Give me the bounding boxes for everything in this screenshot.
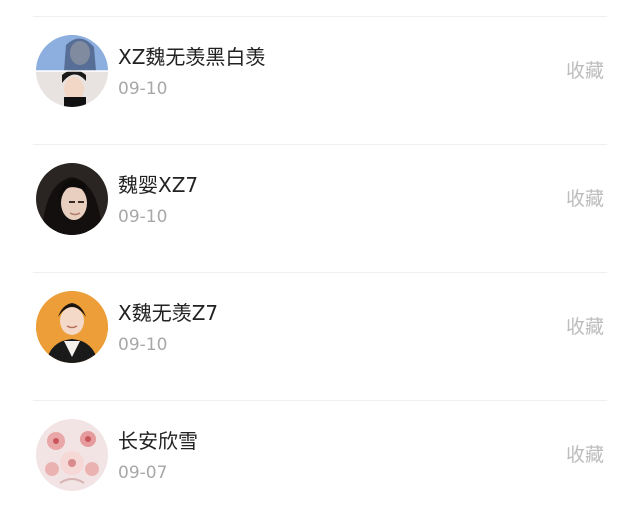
favorite-button[interactable]: 收藏 [566,187,604,211]
date-label: 09-07 [118,463,168,483]
user-name[interactable]: X魏无羡Z7 [118,301,218,325]
favorite-button[interactable]: 收藏 [566,59,604,83]
avatar[interactable] [36,419,108,491]
avatar-pink-floral-icon [36,419,108,491]
divider [33,144,607,145]
avatar[interactable] [36,35,108,107]
avatar[interactable] [36,291,108,363]
list-item[interactable]: XZ魏无羡黑白羡 09-10 收藏 [0,35,640,107]
user-list: XZ魏无羡黑白羡 09-10 收藏 魏婴XZ7 09-10 收藏 X魏无羡Z7 … [0,0,640,525]
avatar-split-blue-portrait-icon [36,35,108,107]
divider [33,272,607,273]
date-label: 09-10 [118,207,168,227]
avatar-dark-long-hair-portrait-icon [36,163,108,235]
user-name[interactable]: 魏婴XZ7 [118,173,198,197]
favorite-button[interactable]: 收藏 [566,443,604,467]
user-name[interactable]: XZ魏无羡黑白羡 [118,45,265,69]
divider [33,400,607,401]
date-label: 09-10 [118,79,168,99]
user-name[interactable]: 长安欣雪 [118,429,198,453]
avatar[interactable] [36,163,108,235]
favorite-button[interactable]: 收藏 [566,315,604,339]
avatar-orange-background-portrait-icon [36,291,108,363]
list-item[interactable]: 魏婴XZ7 09-10 收藏 [0,163,640,235]
date-label: 09-10 [118,335,168,355]
divider [33,16,607,17]
list-item[interactable]: 长安欣雪 09-07 收藏 [0,419,640,491]
list-item[interactable]: X魏无羡Z7 09-10 收藏 [0,291,640,363]
